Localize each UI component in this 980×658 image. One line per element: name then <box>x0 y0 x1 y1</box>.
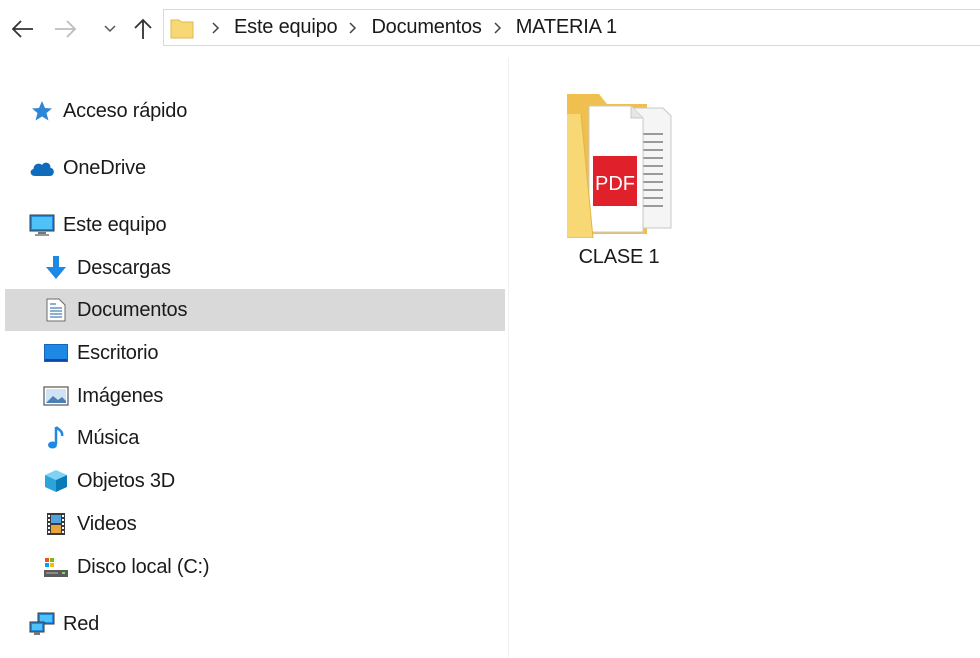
documents-icon <box>43 297 69 323</box>
cube-icon <box>43 468 69 494</box>
sidebar-item-disco-local[interactable]: Disco local (C:) <box>5 546 505 588</box>
sidebar-item-label: Escritorio <box>77 341 159 364</box>
sidebar-item-objetos-3d[interactable]: Objetos 3D <box>5 460 505 502</box>
forward-button[interactable] <box>50 14 80 44</box>
recent-locations-button[interactable] <box>98 14 122 44</box>
desktop-icon <box>43 340 69 366</box>
sidebar-item-label: Descargas <box>77 256 171 279</box>
chevron-down-icon <box>104 25 116 33</box>
file-list: PDF CLASE 1 <box>509 58 980 658</box>
pictures-icon <box>43 383 69 409</box>
download-icon <box>43 255 69 281</box>
sidebar-item-escritorio[interactable]: Escritorio <box>5 332 505 374</box>
sidebar-item-label: Documentos <box>77 298 188 321</box>
sidebar-item-label: Imágenes <box>77 384 164 407</box>
sidebar-item-imagenes[interactable]: Imágenes <box>5 375 505 417</box>
sidebar-item-documentos[interactable]: Documentos <box>5 289 505 331</box>
navigation-bar: Este equipo Documentos MATERIA 1 <box>0 0 980 58</box>
sidebar-item-label: Disco local (C:) <box>77 555 210 578</box>
pdf-badge-text: PDF <box>595 173 635 195</box>
arrow-right-icon <box>55 20 76 38</box>
chevron-right-icon <box>494 21 508 35</box>
sidebar-item-label: Red <box>63 612 100 635</box>
file-item-clase-1[interactable]: PDF CLASE 1 <box>559 86 679 276</box>
pdf-folder-icon: PDF <box>567 94 672 238</box>
file-name: CLASE 1 <box>578 246 660 268</box>
sidebar-item-label: Este equipo <box>63 213 167 236</box>
chevron-right-icon <box>349 21 363 35</box>
breadcrumb-materia-1[interactable]: MATERIA 1 <box>516 16 617 39</box>
star-icon <box>29 98 55 124</box>
sidebar-item-acceso-rapido[interactable]: Acceso rápido <box>5 90 505 132</box>
arrow-left-icon <box>12 20 33 38</box>
sidebar-item-onedrive[interactable]: OneDrive <box>5 147 505 189</box>
sidebar-item-label: Acceso rápido <box>63 99 188 122</box>
back-button[interactable] <box>8 14 38 44</box>
sidebar-item-musica[interactable]: Música <box>5 417 505 459</box>
arrow-up-icon <box>134 18 152 39</box>
sidebar-item-label: Objetos 3D <box>77 469 176 492</box>
drive-icon <box>43 554 69 580</box>
music-icon <box>43 425 69 451</box>
sidebar-item-label: Música <box>77 426 140 449</box>
cloud-icon <box>29 155 55 181</box>
sidebar-item-videos[interactable]: Videos <box>5 503 505 545</box>
folder-icon <box>170 19 194 38</box>
sidebar-item-este-equipo[interactable]: Este equipo <box>5 204 505 246</box>
up-button[interactable] <box>128 14 158 44</box>
breadcrumb-documentos[interactable]: Documentos <box>371 16 481 39</box>
navigation-pane: Acceso rápido OneDrive Este equipo Desca… <box>0 58 508 658</box>
breadcrumb-este-equipo[interactable]: Este equipo <box>234 16 338 39</box>
sidebar-item-label: OneDrive <box>63 156 146 179</box>
video-icon <box>43 511 69 537</box>
network-icon <box>29 611 55 637</box>
chevron-right-icon <box>212 21 226 35</box>
sidebar-item-descargas[interactable]: Descargas <box>5 247 505 289</box>
computer-icon <box>29 212 55 238</box>
sidebar-item-red[interactable]: Red <box>5 603 505 645</box>
sidebar-item-label: Videos <box>77 512 137 535</box>
address-bar[interactable]: Este equipo Documentos MATERIA 1 <box>163 9 980 46</box>
